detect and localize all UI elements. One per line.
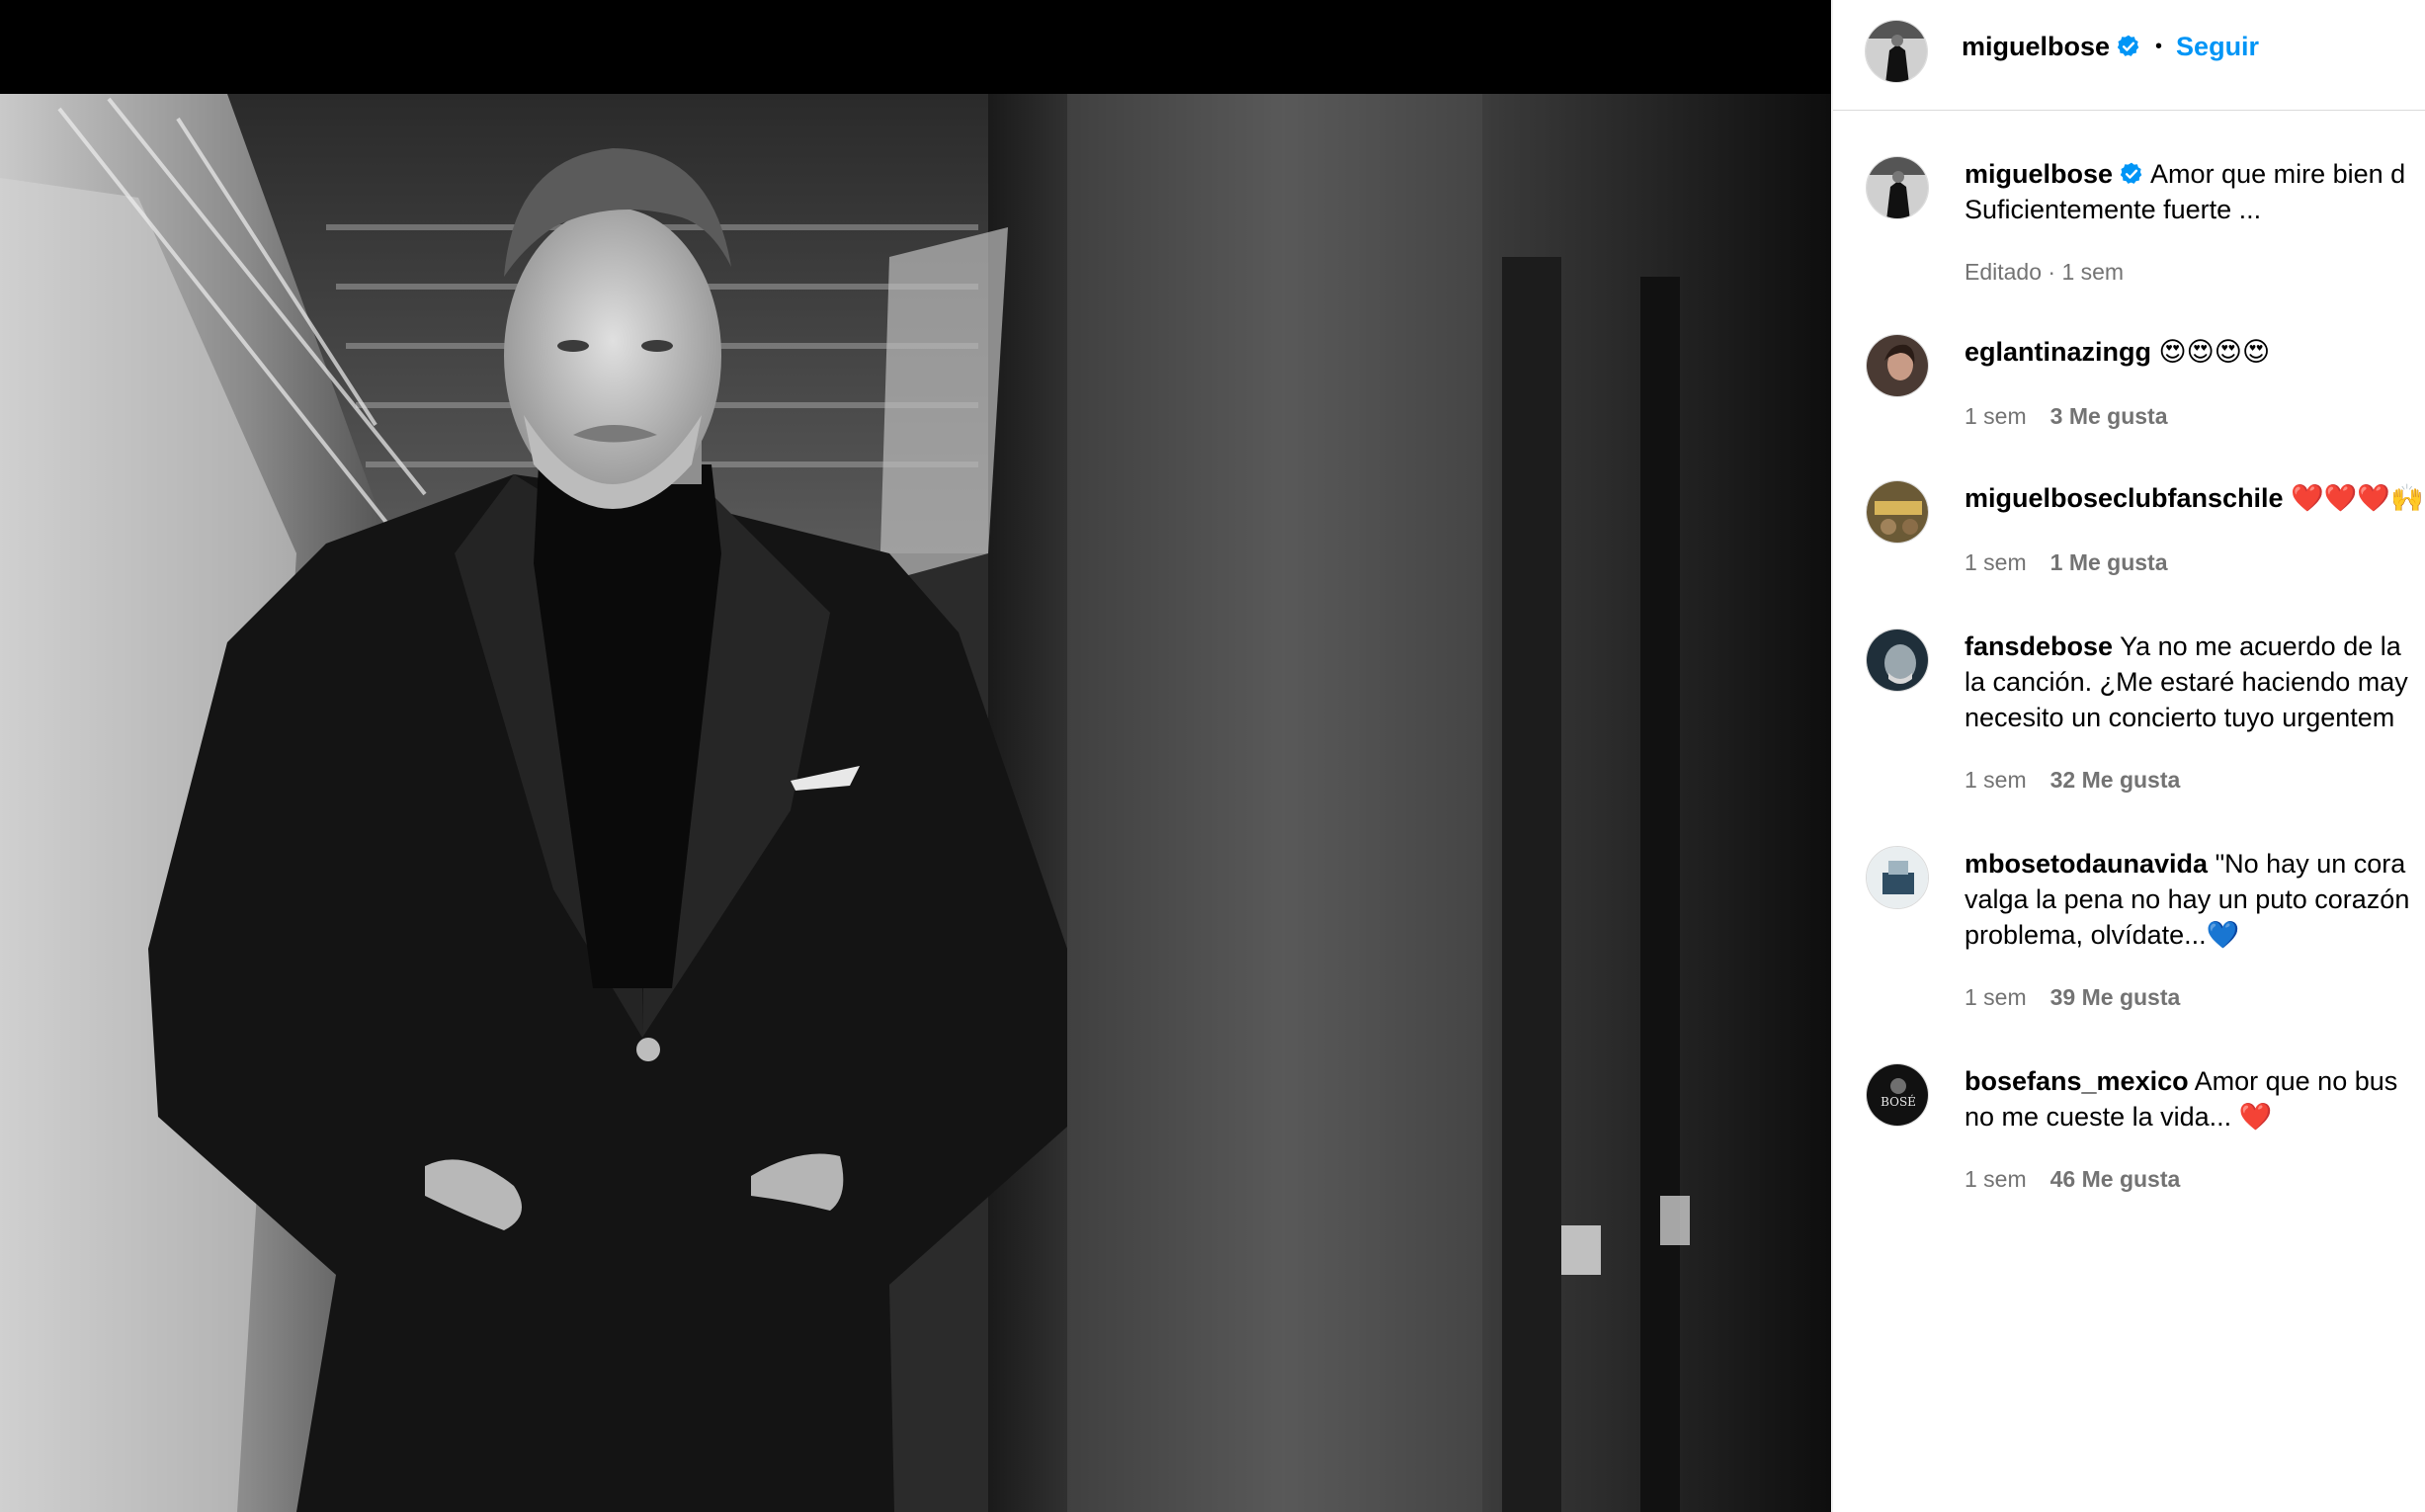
author-avatar[interactable] bbox=[1865, 20, 1928, 83]
comment-line: Ya no me acuerdo de la bbox=[2120, 631, 2401, 661]
commenter-avatar-image: BOSÉ bbox=[1867, 1064, 1928, 1126]
comment-time[interactable]: 1 sem bbox=[1965, 549, 2027, 575]
commenter-avatar[interactable]: BOSÉ bbox=[1866, 1063, 1929, 1127]
comment-line: necesito un concierto tuyo urgentem bbox=[1965, 703, 2395, 732]
comment-text: bosefans_mexico Amor que no bus no me cu… bbox=[1965, 1063, 2425, 1134]
comment-line: la canción. ¿Me estaré haciendo may bbox=[1965, 667, 2408, 697]
comment-likes[interactable]: 32 Me gusta bbox=[2050, 767, 2181, 793]
comment-text: fansdebose Ya no me acuerdo de la la can… bbox=[1965, 629, 2425, 735]
comment-text: miguelboseclubfanschile ❤️❤️❤️🙌❤ bbox=[1965, 480, 2425, 516]
comment-meta: 1 sem 46 Me gusta bbox=[1965, 1166, 2180, 1193]
comment-line: "No hay un cora bbox=[2215, 849, 2406, 879]
caption-avatar[interactable] bbox=[1866, 156, 1929, 219]
comment-line: Amor que no bus bbox=[2194, 1066, 2398, 1096]
comment-username[interactable]: mbosetodaunavida bbox=[1965, 849, 2208, 879]
comment-username[interactable]: bosefans_mexico bbox=[1965, 1066, 2189, 1096]
author-username[interactable]: miguelbose bbox=[1962, 32, 2110, 61]
comment-time[interactable]: 1 sem bbox=[1965, 767, 2027, 793]
comment-meta: 1 sem 39 Me gusta bbox=[1965, 984, 2180, 1011]
post-photo-image bbox=[0, 0, 1831, 1512]
caption-text: miguelbose Amor que mire bien d Suficien… bbox=[1965, 156, 2425, 227]
author-avatar-image bbox=[1866, 21, 1927, 82]
comment-meta: 1 sem 32 Me gusta bbox=[1965, 767, 2180, 794]
commenter-avatar[interactable] bbox=[1866, 846, 1929, 909]
comment-meta: 1 sem 1 Me gusta bbox=[1965, 549, 2168, 576]
comment-time[interactable]: 1 sem bbox=[1965, 984, 2027, 1010]
comment-likes[interactable]: 1 Me gusta bbox=[2050, 549, 2168, 575]
verified-badge-icon bbox=[2117, 35, 2139, 56]
comment-time[interactable]: 1 sem bbox=[1965, 403, 2027, 429]
post-side-panel: miguelbose • Seguir miguelbose Amor que mi… bbox=[1832, 0, 2425, 1512]
comment-line: problema, olvídate...💙 bbox=[1965, 920, 2240, 950]
caption-line-1: Amor que mire bien d bbox=[2150, 159, 2406, 189]
comment-time[interactable]: 1 sem bbox=[1965, 1166, 2027, 1192]
commenter-avatar-image bbox=[1867, 847, 1928, 908]
caption-avatar-image bbox=[1867, 157, 1928, 218]
post-photo[interactable] bbox=[0, 0, 1831, 1512]
comment-likes[interactable]: 46 Me gusta bbox=[2050, 1166, 2181, 1192]
comment-username[interactable]: eglantinazingg bbox=[1965, 337, 2151, 367]
verified-badge-icon bbox=[2120, 162, 2142, 184]
commenter-avatar-image bbox=[1867, 335, 1928, 396]
logo-text: BOSÉ bbox=[1881, 1094, 1916, 1109]
comment-likes[interactable]: 39 Me gusta bbox=[2050, 984, 2181, 1010]
commenter-avatar[interactable] bbox=[1866, 334, 1929, 397]
commenter-avatar[interactable] bbox=[1866, 629, 1929, 692]
comment-username[interactable]: miguelboseclubfanschile bbox=[1965, 483, 2284, 513]
header-user-row: miguelbose • Seguir bbox=[1962, 32, 2259, 62]
comment-line: valga la pena no hay un puto corazón bbox=[1965, 884, 2410, 914]
comment-text: eglantinazingg 😍😍😍😍 bbox=[1965, 334, 2425, 370]
comment-line: 😍😍😍😍 bbox=[2158, 337, 2271, 367]
commenter-avatar-image bbox=[1867, 481, 1928, 543]
comment-text: mbosetodaunavida "No hay un cora valga l… bbox=[1965, 846, 2425, 953]
commenter-avatar[interactable] bbox=[1866, 480, 1929, 544]
comment-likes[interactable]: 3 Me gusta bbox=[2050, 403, 2168, 429]
comment-meta: 1 sem 3 Me gusta bbox=[1965, 403, 2168, 430]
comment-username[interactable]: fansdebose bbox=[1965, 631, 2113, 661]
comment-line: ❤️❤️❤️🙌❤ bbox=[2291, 483, 2425, 513]
comment-line: no me cueste la vida... ❤️ bbox=[1965, 1102, 2273, 1132]
commenter-avatar-image bbox=[1867, 630, 1928, 691]
caption-username[interactable]: miguelbose bbox=[1965, 159, 2113, 189]
caption-edited-time[interactable]: Editado · 1 sem bbox=[1965, 259, 2124, 285]
separator-dot: • bbox=[2155, 36, 2163, 57]
post-header: miguelbose • Seguir bbox=[1833, 0, 2425, 111]
caption-line-2[interactable]: Suficientemente fuerte ... bbox=[1965, 195, 2261, 224]
follow-button[interactable]: Seguir bbox=[2176, 32, 2259, 61]
caption-meta: Editado · 1 sem bbox=[1965, 259, 2124, 286]
